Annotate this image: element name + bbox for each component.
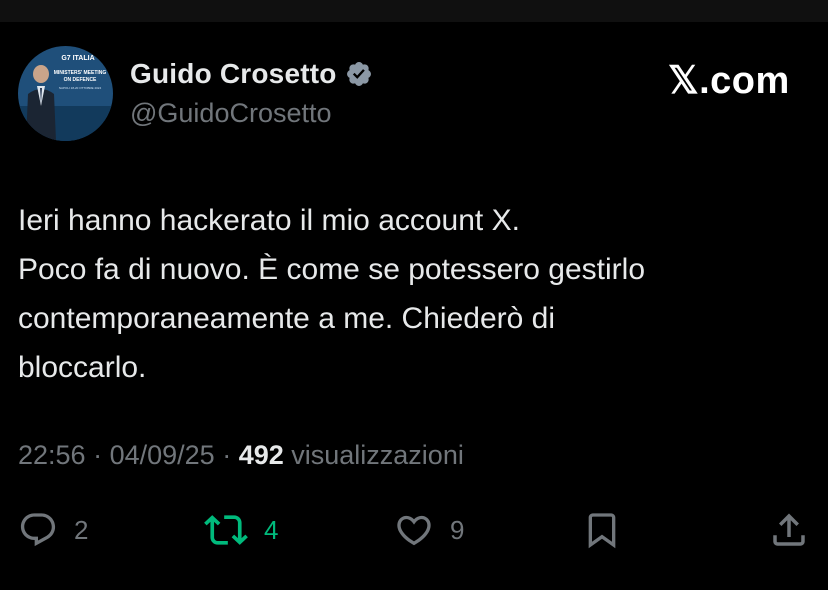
bookmark-icon (588, 513, 616, 549)
avatar[interactable]: G7 ITALIA MINISTERS' MEETING ON DEFENCE … (18, 46, 113, 141)
top-bar (0, 0, 828, 22)
like-count: 9 (450, 514, 465, 545)
repost-count: 4 (264, 514, 279, 545)
tweet-actions-bar: 2 4 9 (0, 505, 828, 555)
meta-separator: · (85, 440, 110, 470)
repost-button[interactable]: 4 (204, 505, 278, 555)
avatar-banner-line: NAPOLI 18-20 OTTOBRE 2024 (59, 86, 102, 90)
tweet-text-line: Poco fa di nuovo. È come se potessero ge… (18, 253, 646, 286)
avatar-image: G7 ITALIA MINISTERS' MEETING ON DEFENCE … (18, 46, 113, 141)
reply-count: 2 (74, 514, 89, 545)
like-button[interactable]: 9 (394, 505, 464, 555)
verified-badge-icon (346, 62, 371, 86)
tweet-text-line: Ieri hanno hackerato il mio account X. (18, 204, 520, 237)
reply-button[interactable]: 2 (18, 505, 88, 555)
bookmark-button[interactable] (582, 505, 622, 555)
tweet-text-line: contemporaneamente a me. Chiederò di (18, 302, 555, 335)
x-com-logo: 𝕏.com (668, 60, 790, 102)
repost-icon (204, 515, 248, 545)
avatar-banner-line: ON DEFENCE (64, 77, 97, 83)
reply-icon (20, 513, 56, 547)
avatar-banner-line: MINISTERS' MEETING (54, 70, 107, 76)
share-icon (773, 513, 805, 546)
tweet-time[interactable]: 22:56 (18, 440, 86, 470)
author-display-name[interactable]: Guido Crosetto (130, 58, 337, 90)
views-label: visualizzazioni (291, 440, 464, 470)
avatar-banner-line: G7 ITALIA (61, 55, 94, 62)
tweet-text: Ieri hanno hackerato il mio account X. P… (18, 196, 808, 392)
author-name-row[interactable]: Guido Crosetto (130, 56, 373, 92)
tweet-date[interactable]: 04/09/25 (110, 440, 215, 470)
tweet-text-line: bloccarlo. (18, 351, 147, 384)
tweet-meta: 22:56 · 04/09/25 · 492 visualizzazioni (18, 440, 464, 471)
views-count: 492 (238, 440, 284, 470)
author-handle[interactable]: @GuidoCrosetto (130, 98, 332, 129)
meta-separator: · (214, 440, 239, 470)
share-button[interactable] (768, 505, 810, 555)
heart-icon (397, 515, 431, 546)
